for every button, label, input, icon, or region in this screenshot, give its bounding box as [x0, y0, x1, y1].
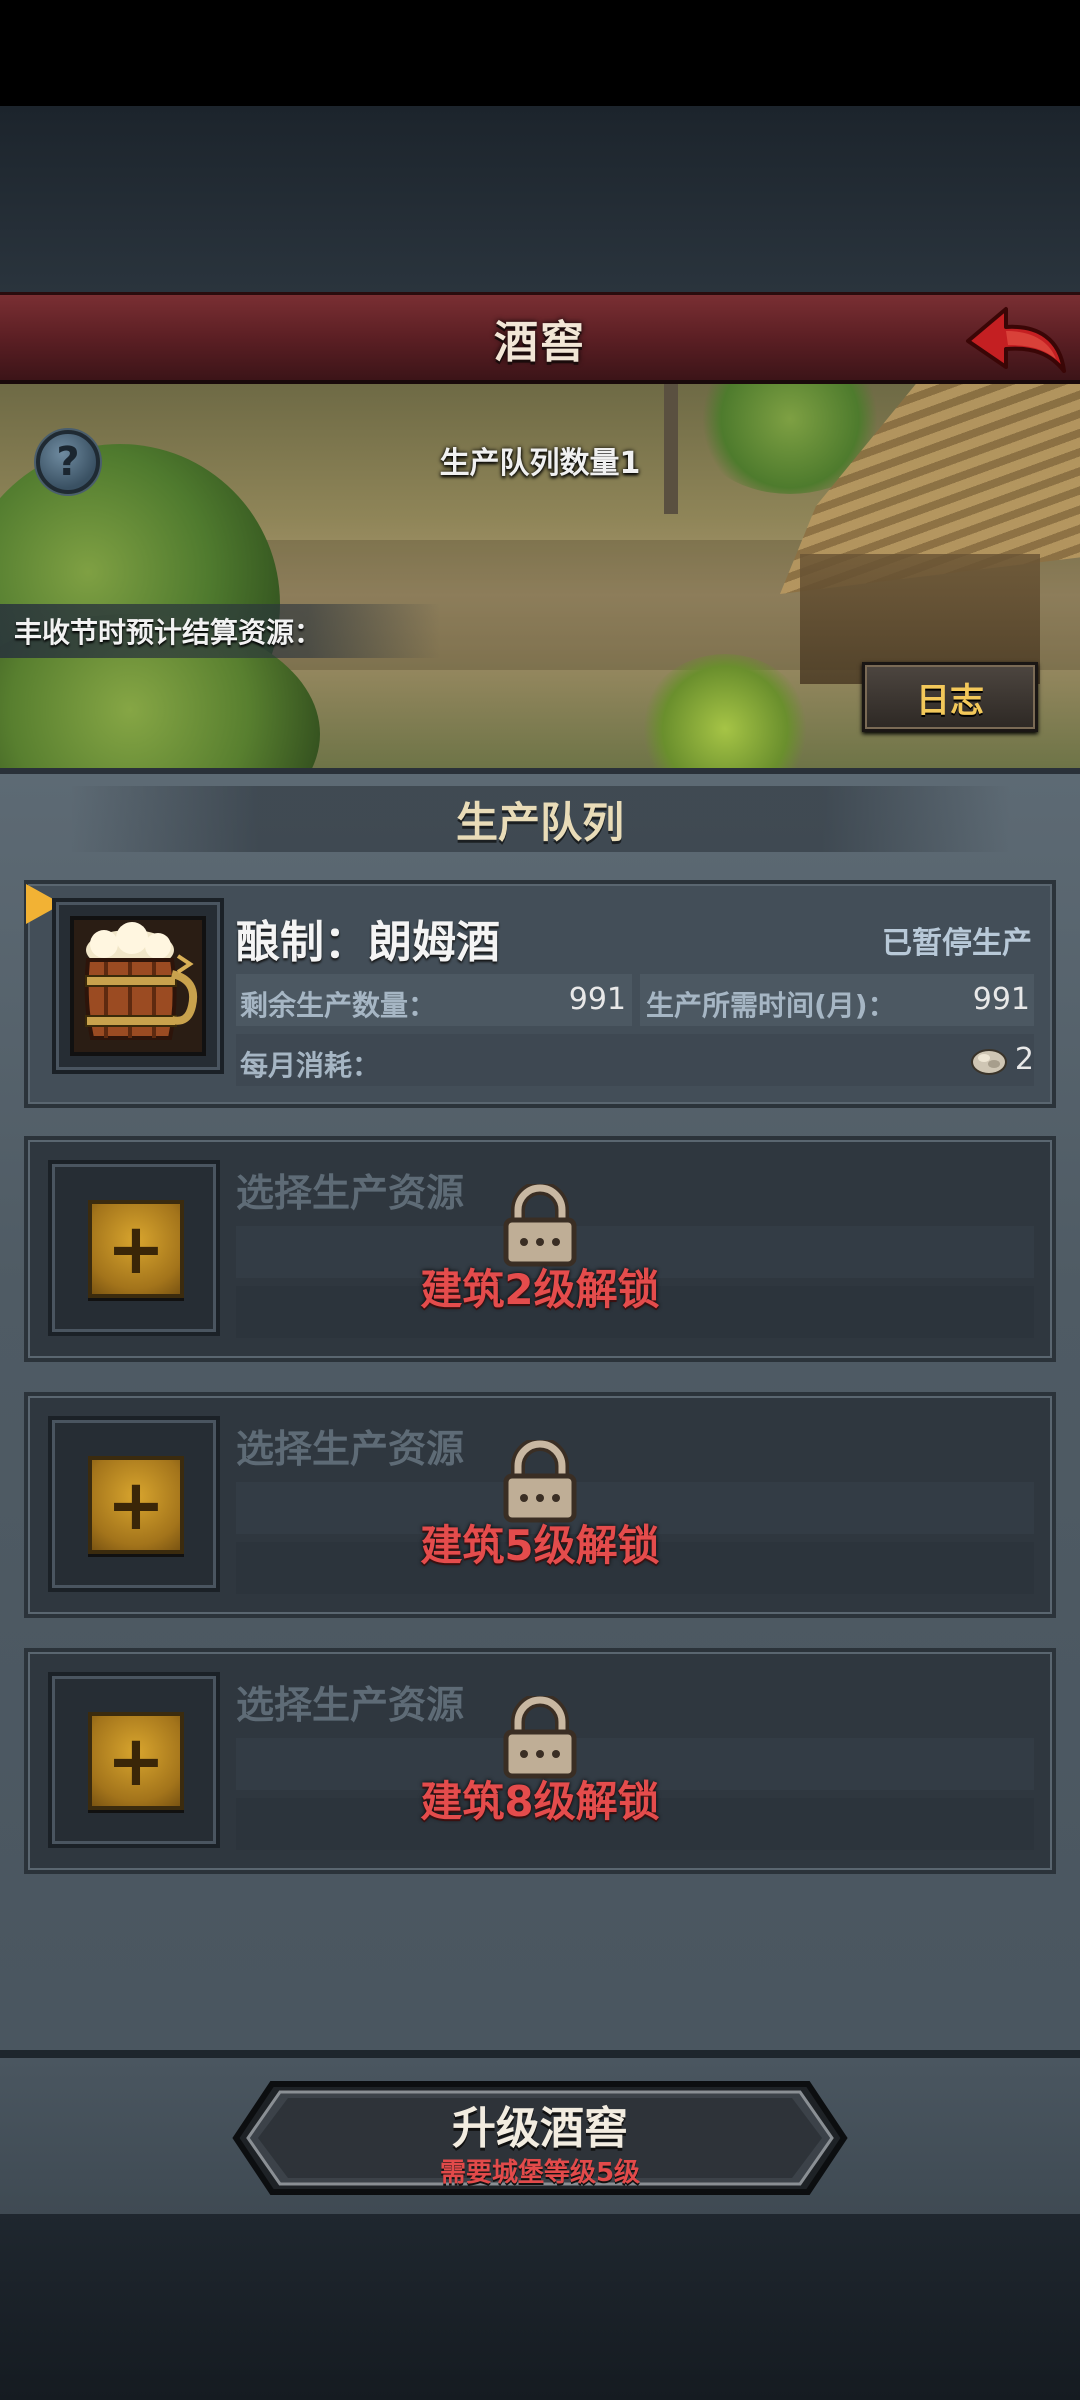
select-resource-label: 选择生产资源	[236, 1683, 465, 1727]
monthly-label: 每月消耗：	[240, 1049, 381, 1082]
harvest-resources-bar: 丰收节时预计结算资源：	[0, 604, 440, 658]
resource-coin-icon	[971, 1049, 1007, 1075]
beer-barrel-icon	[74, 920, 202, 1052]
product-slot[interactable]	[52, 898, 224, 1074]
section-title: 生产队列	[455, 797, 624, 847]
status-badge: 已暂停生产	[882, 926, 1032, 961]
upgrade-label: 升级酒窖	[452, 2103, 628, 2154]
remaining-label: 剩余生产数量：	[240, 989, 437, 1022]
time-value: 991	[972, 982, 1030, 1017]
unlock-requirement: 建筑2级解锁	[420, 1265, 660, 1314]
upgrade-requirement: 需要城堡等级5级	[439, 2158, 641, 2188]
log-button[interactable]: 日志	[862, 662, 1038, 732]
queue-count-text: 生产队列数量1	[439, 446, 641, 481]
section-header: 生产队列	[70, 786, 1010, 852]
bottom-backdrop	[0, 2214, 1080, 2400]
harvest-label: 丰收节时预计结算资源：	[14, 616, 323, 649]
product-icon-frame	[70, 916, 206, 1056]
unlock-requirement: 建筑5级解锁	[420, 1521, 660, 1570]
remaining-value: 991	[568, 982, 626, 1017]
back-arrow-icon	[966, 307, 1066, 373]
status-bar	[0, 0, 1080, 106]
back-button[interactable]	[960, 301, 1070, 381]
top-backdrop	[0, 106, 1080, 292]
title-header: 酒窖	[0, 292, 1080, 384]
monthly-value: 2	[1014, 1042, 1034, 1077]
select-resource-label: 选择生产资源	[236, 1171, 465, 1215]
unlock-requirement: 建筑8级解锁	[420, 1777, 660, 1826]
brew-title: 酿制：朗姆酒	[236, 917, 500, 968]
select-resource-label: 选择生产资源	[236, 1427, 465, 1471]
page-title: 酒窖	[494, 316, 586, 368]
time-label: 生产所需时间(月)：	[646, 989, 896, 1022]
